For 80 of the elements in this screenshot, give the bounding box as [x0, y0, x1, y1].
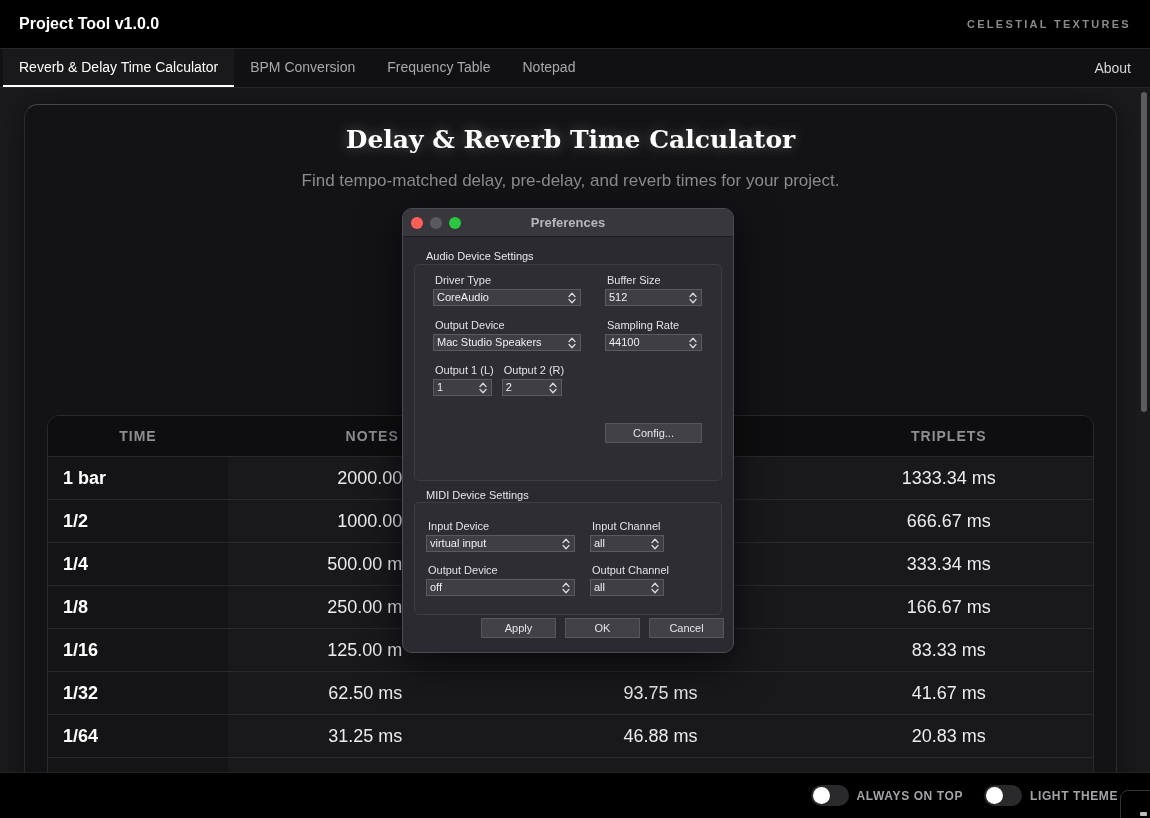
field-label: Buffer Size: [606, 274, 662, 287]
table-cell-text: 166.67 ms: [906, 595, 991, 619]
column-header: TIME: [119, 426, 157, 446]
field-label: Driver Type: [434, 274, 493, 287]
row-label: 1/2: [63, 509, 89, 533]
table-cell-text: 31.25 ms: [328, 724, 403, 748]
scrollbar-thumb[interactable]: [1141, 92, 1147, 412]
up-down-chevrons-icon: [562, 581, 570, 594]
dropdown-select[interactable]: all: [590, 579, 664, 596]
field-label: Output Channel: [591, 564, 670, 577]
row-label: 1/64: [63, 724, 99, 748]
tab[interactable]: BPM Conversion: [234, 49, 372, 87]
dropdown-select[interactable]: virtual input: [426, 535, 575, 552]
dialog-button[interactable]: Cancel: [649, 618, 724, 638]
table-cell-text: 333.34 ms: [906, 552, 991, 576]
column-header: TRIPLETS: [911, 426, 987, 446]
toggle-switch[interactable]: [984, 785, 1023, 806]
about-link[interactable]: About: [1078, 49, 1147, 87]
table-cell-text: 666.67 ms: [906, 509, 991, 533]
up-down-chevrons-icon: [548, 381, 557, 394]
dropdown-select[interactable]: CoreAudio: [433, 289, 581, 306]
group-title: Audio Device Settings: [425, 250, 535, 263]
dialog-title: Preferences: [530, 213, 606, 232]
table-cell-text: 250.00 m: [327, 595, 403, 619]
field-label: Sampling Rate: [606, 319, 681, 332]
table-cell-text: 2000.00: [337, 466, 403, 490]
toggle-label: ALWAYS ON TOP: [856, 787, 964, 805]
dropdown-select[interactable]: Mac Studio Speakers: [433, 334, 581, 351]
toggle-switch[interactable]: [810, 785, 849, 806]
close-button[interactable]: [411, 216, 423, 229]
table-cell-text: 93.75 ms: [623, 681, 698, 705]
up-down-chevrons-icon: [651, 537, 659, 550]
dialog-button[interactable]: OK: [565, 618, 640, 638]
spin-box[interactable]: 2: [501, 379, 562, 396]
table-cell-text: 1000.00: [337, 509, 403, 533]
row-label: 1/32: [63, 681, 99, 705]
tab[interactable]: Reverb & Delay Time Calculator: [3, 49, 235, 87]
column-header: NOTES: [345, 426, 399, 446]
dropdown-select[interactable]: all: [590, 535, 664, 552]
spin-box[interactable]: 1: [433, 379, 492, 396]
row-label: 1 bar: [63, 466, 107, 490]
table-cell-text: 46.88 ms: [623, 724, 698, 748]
page-heading: Delay & Reverb Time Calculator: [344, 124, 797, 156]
up-down-chevrons-icon: [651, 581, 659, 594]
row-label: 1/8: [63, 595, 89, 619]
field-label: Input Channel: [591, 520, 662, 533]
dropdown-select[interactable]: 44100: [605, 334, 702, 351]
field-label: Output Device: [434, 319, 506, 332]
up-down-chevrons-icon: [689, 291, 697, 304]
table-cell-text: 83.33 ms: [911, 638, 986, 662]
tab[interactable]: Notepad: [506, 49, 592, 87]
group-title: MIDI Device Settings: [425, 489, 530, 502]
brand-name: CELESTIAL TEXTURES: [966, 16, 1131, 32]
page-subtitle: Find tempo-matched delay, pre-delay, and reverb times for your project.: [300, 170, 841, 192]
app-title: Project Tool v1.0.0: [19, 14, 160, 34]
config-button[interactable]: Config...: [605, 423, 702, 443]
field-label: Input Device: [427, 520, 491, 533]
dialog-button[interactable]: Apply: [481, 618, 556, 638]
up-down-chevrons-icon: [479, 381, 487, 394]
up-down-chevrons-icon: [568, 291, 576, 304]
zoom-button[interactable]: [449, 216, 461, 229]
row-label: 1/4: [63, 552, 89, 576]
up-down-chevrons-icon: [562, 537, 570, 550]
up-down-chevrons-icon: [689, 336, 697, 349]
table-cell-text: 500.00 m: [327, 552, 403, 576]
dropdown-select[interactable]: 512: [605, 289, 702, 306]
field-label: Output 1 (L): [434, 364, 494, 377]
table-cell-text: 20.83 ms: [911, 724, 986, 748]
table-cell-text: 41.67 ms: [911, 681, 986, 705]
up-down-chevrons-icon: [568, 336, 576, 349]
toggle-label: LIGHT THEME: [1030, 787, 1118, 805]
row-label: 1/16: [63, 638, 99, 662]
dropdown-select[interactable]: off: [426, 579, 575, 596]
field-label: Output 2 (R): [502, 364, 565, 377]
field-label: Output Device: [427, 564, 499, 577]
table-cell-text: 125.00 m: [327, 638, 403, 662]
resize-grip-icon: [1120, 790, 1150, 818]
table-cell-text: 62.50 ms: [328, 681, 403, 705]
tab[interactable]: Frequency Table: [371, 49, 507, 87]
table-cell-text: 1333.34 ms: [901, 466, 996, 490]
